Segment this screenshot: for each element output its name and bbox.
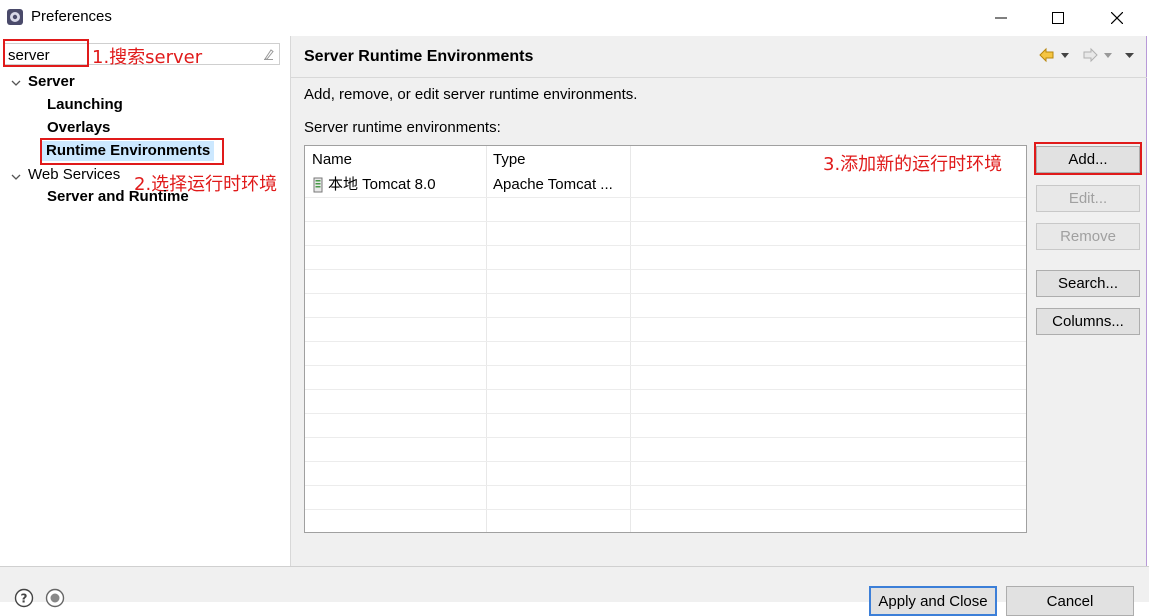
record-icon[interactable] <box>45 588 65 608</box>
annotation-step3: 3.添加新的运行时环境 <box>823 150 1002 176</box>
window-border <box>1146 36 1147 566</box>
separator <box>291 77 1147 78</box>
svg-text:?: ? <box>21 592 28 606</box>
tree-item-launching[interactable]: Launching <box>47 96 123 113</box>
apply-and-close-button[interactable]: Apply and Close <box>869 586 997 616</box>
history-nav <box>1038 46 1138 64</box>
back-arrow-icon[interactable] <box>1040 49 1053 61</box>
page-title: Server Runtime Environments <box>304 48 533 66</box>
chevron-down-icon[interactable] <box>11 78 21 88</box>
view-menu-icon[interactable] <box>1125 53 1134 58</box>
tree-item-web-services[interactable]: Web Services <box>28 166 120 183</box>
title-bar <box>0 0 1149 36</box>
tree-item-server-and-runtime[interactable]: Server and Runtime <box>47 188 189 205</box>
cell-type: Apache Tomcat ... <box>486 173 630 197</box>
annotation-box-filter <box>3 39 89 67</box>
cancel-button[interactable]: Cancel <box>1006 586 1134 616</box>
column-header-type[interactable]: Type <box>486 146 630 173</box>
help-icon[interactable]: ? <box>14 588 34 608</box>
tree-item-overlays[interactable]: Overlays <box>47 119 110 136</box>
remove-button[interactable]: Remove <box>1036 223 1140 250</box>
column-header-name[interactable]: Name <box>305 146 486 173</box>
edit-button[interactable]: Edit... <box>1036 185 1140 212</box>
maximize-icon[interactable] <box>1035 0 1081 36</box>
tree-item-server[interactable]: Server <box>28 73 75 90</box>
table-label: Server runtime environments: <box>304 119 501 136</box>
table-row[interactable]: 本地 Tomcat 8.0 Apache Tomcat ... <box>305 173 1027 197</box>
close-icon[interactable] <box>1094 0 1140 36</box>
forward-arrow-icon[interactable] <box>1084 49 1097 61</box>
columns-button[interactable]: Columns... <box>1036 308 1140 335</box>
eraser-icon[interactable] <box>261 47 275 61</box>
runtime-table[interactable]: Name Type 本地 Tomcat 8.0 Apache Tomcat ..… <box>304 145 1027 533</box>
annotation-box-add <box>1034 142 1142 175</box>
gear-icon <box>6 8 24 26</box>
chevron-down-icon[interactable] <box>11 172 21 182</box>
back-dropdown-icon[interactable] <box>1061 53 1069 58</box>
sidebar <box>0 36 291 566</box>
annotation-box-selection <box>40 138 224 165</box>
cell-name: 本地 Tomcat 8.0 <box>321 173 486 197</box>
page-description: Add, remove, or edit server runtime envi… <box>304 86 637 103</box>
annotation-step1: 1.搜索server <box>92 43 202 69</box>
window-title: Preferences <box>31 8 112 25</box>
forward-dropdown-icon[interactable] <box>1104 53 1112 58</box>
search-button[interactable]: Search... <box>1036 270 1140 297</box>
minimize-icon[interactable] <box>978 0 1024 36</box>
